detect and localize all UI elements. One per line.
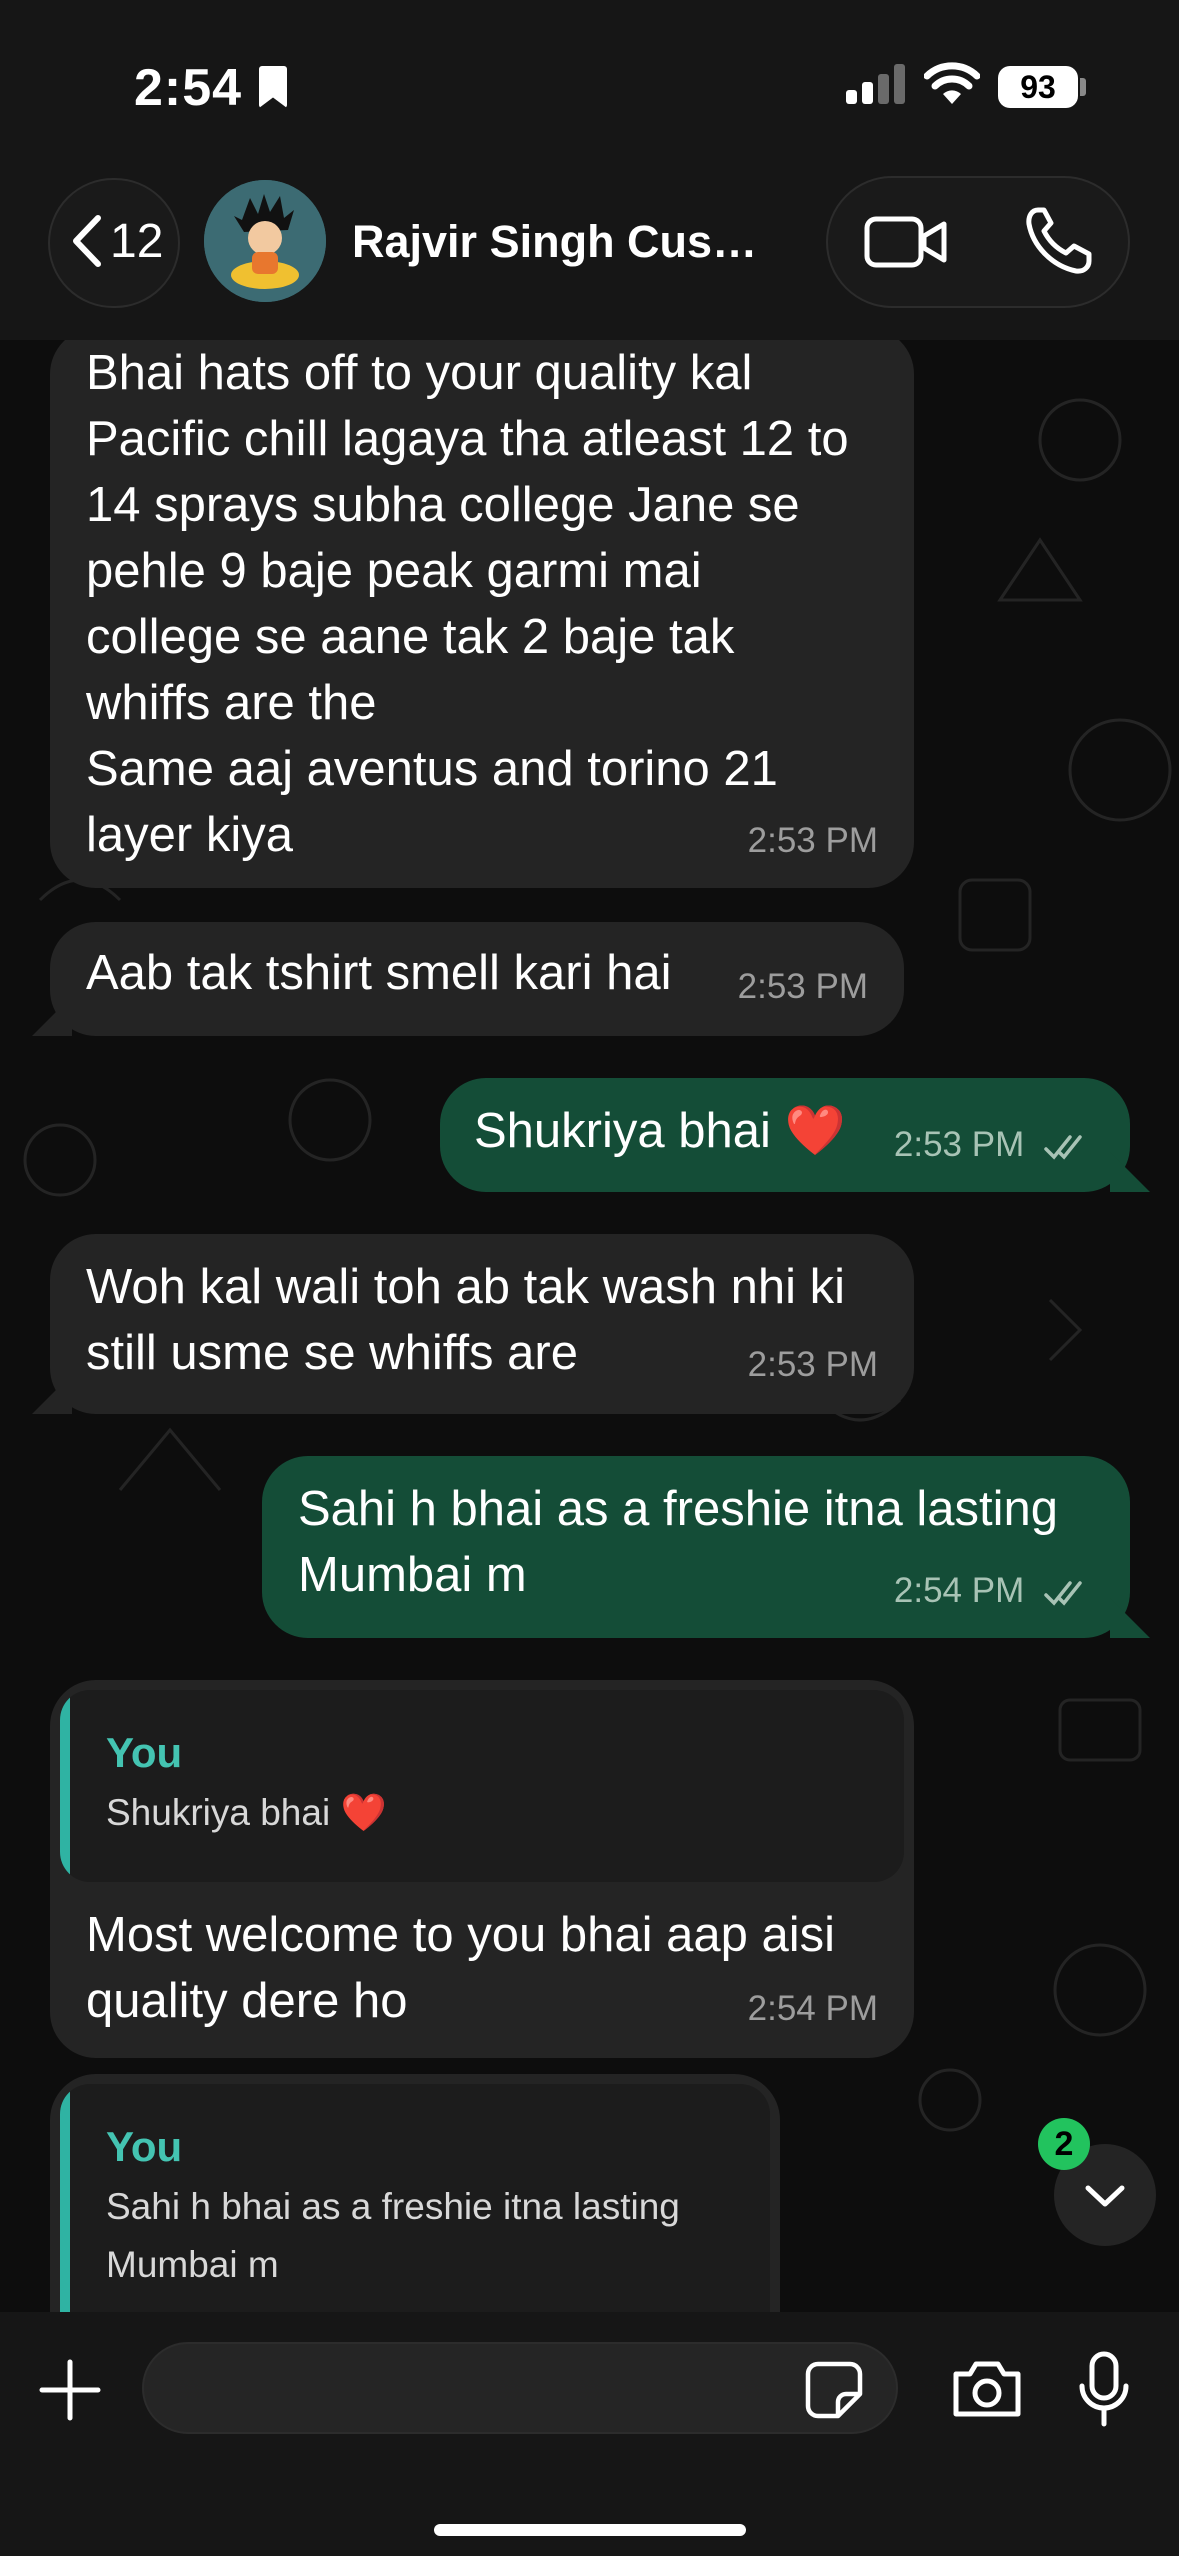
message-list[interactable]: Bhai hats off to your quality kal Pacifi…: [0, 340, 1179, 2312]
home-indicator: [434, 2524, 746, 2536]
battery-indicator: 93: [998, 66, 1078, 108]
message-incoming-reply[interactable]: You Sahi h bhai as a freshie itna lastin…: [50, 2074, 780, 2312]
message-incoming[interactable]: Bhai hats off to your quality kal Pacifi…: [50, 340, 914, 888]
quote-accent-bar: [60, 2084, 70, 2312]
message-text: Shukriya bhai ❤️: [474, 1098, 846, 1164]
avatar-image: [204, 180, 326, 302]
wifi-icon: [924, 62, 980, 104]
message-line: Same aaj aventus and torino 21: [86, 742, 778, 796]
read-receipt-icon: [1044, 1581, 1082, 1606]
message-line: Woh kal wali toh ab tak wash nhi ki: [86, 1260, 845, 1314]
message-line: layer kiya: [86, 808, 293, 862]
message-text: Bhai hats off to your quality kal Pacifi…: [86, 340, 849, 868]
message-time: 2:54 PM: [747, 1989, 878, 2028]
message-line: Shukriya bhai ❤️: [474, 1104, 846, 1158]
message-line: 14 sprays subha college Jane se: [86, 478, 800, 532]
quote-text-line: Mumbai m: [106, 2244, 279, 2285]
message-time: 2:53 PM: [894, 1112, 1090, 1178]
message-line: Pacific chill lagaya tha atleast 12 to: [86, 412, 849, 466]
message-line: Most welcome to you bhai aap aisi: [86, 1908, 835, 1962]
quote-author: You: [106, 2123, 183, 2170]
message-line: quality dere ho: [86, 1974, 408, 2028]
message-incoming[interactable]: Aab tak tshirt smell kari hai 2:53 PM: [50, 922, 904, 1036]
quoted-message[interactable]: You Shukriya bhai ❤️: [60, 1690, 904, 1882]
message-time-text: 2:54 PM: [893, 1571, 1025, 1610]
message-time: 2:53 PM: [747, 821, 878, 860]
message-text: Aab tak tshirt smell kari hai: [86, 946, 672, 1000]
unread-badge: 2: [1038, 2118, 1090, 2170]
message-time: 2:53 PM: [747, 1345, 878, 1384]
message-time-text: 2:53 PM: [893, 1125, 1025, 1164]
sticker-icon[interactable]: [804, 2360, 864, 2420]
composer-bar: [0, 2312, 1179, 2556]
battery-tip: [1080, 78, 1086, 96]
quote-accent-bar: [60, 1690, 70, 1882]
camera-icon[interactable]: [950, 2356, 1024, 2420]
plus-icon[interactable]: [36, 2356, 104, 2424]
quote-text: Shukriya bhai ❤️: [106, 1784, 387, 1842]
unread-chats-count[interactable]: 12: [110, 214, 163, 269]
phone-call-icon[interactable]: [1024, 206, 1092, 276]
message-input[interactable]: [142, 2342, 898, 2434]
message-line: still usme se whiffs are: [86, 1326, 578, 1380]
message-line: pehle 9 baje peak garmi mai: [86, 544, 702, 598]
status-bar: 2:54 93: [0, 0, 1179, 170]
message-time: 2:54 PM: [894, 1558, 1090, 1624]
message-line: Sahi h bhai as a freshie itna lasting: [298, 1482, 1058, 1536]
message-text: Most welcome to you bhai aap aisi qualit…: [86, 1902, 835, 2034]
message-incoming-reply[interactable]: You Shukriya bhai ❤️ Most welcome to you…: [50, 1680, 914, 2058]
chevron-left-icon[interactable]: [66, 214, 106, 268]
bookmark-icon: [259, 66, 287, 108]
message-line: college se aane tak 2 baje tak: [86, 610, 735, 664]
contact-name[interactable]: Rajvir Singh Custo...: [352, 216, 772, 268]
quote-author: You: [106, 1729, 183, 1776]
status-time: 2:54: [134, 59, 243, 117]
quoted-message[interactable]: You Sahi h bhai as a freshie itna lastin…: [60, 2084, 770, 2312]
cellular-signal-icon: [846, 64, 906, 104]
quote-text-line: Shukriya bhai ❤️: [106, 1792, 387, 1833]
message-line: whiffs are the: [86, 676, 377, 730]
message-time: 2:53 PM: [737, 967, 868, 1006]
quote-text-line: Sahi h bhai as a freshie itna lasting: [106, 2186, 680, 2227]
message-text: Woh kal wali toh ab tak wash nhi ki stil…: [86, 1254, 845, 1386]
message-incoming[interactable]: Woh kal wali toh ab tak wash nhi ki stil…: [50, 1234, 914, 1414]
message-outgoing[interactable]: Sahi h bhai as a freshie itna lasting Mu…: [262, 1456, 1130, 1638]
read-receipt-icon: [1044, 1135, 1082, 1160]
message-outgoing[interactable]: Shukriya bhai ❤️ 2:53 PM: [440, 1078, 1130, 1192]
quote-text: Sahi h bhai as a freshie itna lasting Mu…: [106, 2178, 680, 2294]
avatar[interactable]: [204, 180, 326, 302]
chat-header: 12 Rajvir Singh Custo...: [0, 170, 1179, 340]
video-call-icon[interactable]: [864, 214, 948, 270]
message-line: Bhai hats off to your quality kal: [86, 346, 753, 400]
microphone-icon[interactable]: [1078, 2350, 1130, 2428]
